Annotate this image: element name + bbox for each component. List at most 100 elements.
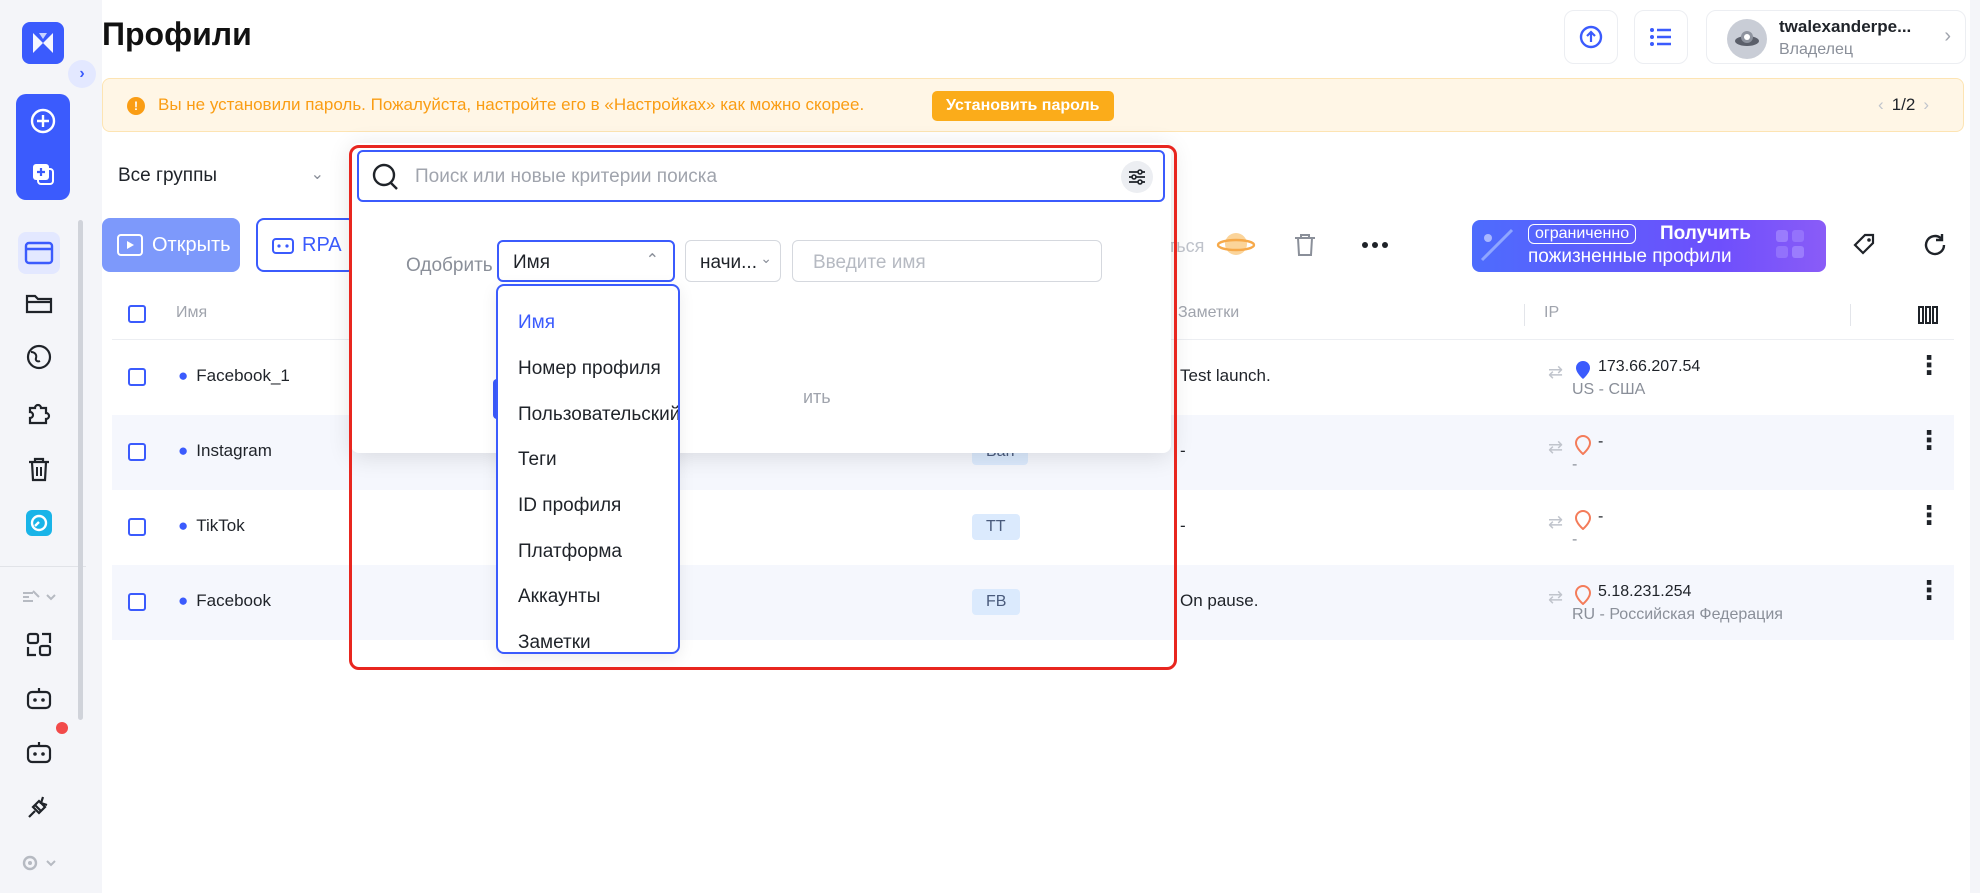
sidebar-item-api[interactable] bbox=[18, 786, 60, 828]
search-input[interactable]: Поиск или новые критерии поиска bbox=[357, 150, 1165, 202]
criteria-operator-select[interactable]: начи... ⌄ bbox=[685, 240, 781, 282]
profile-name[interactable]: ● Facebook bbox=[178, 591, 271, 611]
row-checkbox[interactable] bbox=[128, 368, 146, 386]
profile-name[interactable]: ● Instagram bbox=[178, 441, 272, 461]
warning-icon: ! bbox=[127, 97, 145, 115]
delete-button[interactable] bbox=[1278, 218, 1332, 272]
chevron-left-icon[interactable]: ‹ bbox=[1878, 95, 1884, 114]
dropdown-option-name[interactable]: Имя bbox=[518, 312, 555, 334]
expand-sidebar-button[interactable]: › bbox=[68, 60, 96, 88]
row-checkbox[interactable] bbox=[128, 593, 146, 611]
app-logo[interactable] bbox=[22, 22, 64, 64]
robot-icon bbox=[26, 688, 52, 710]
task-list-button[interactable] bbox=[1634, 10, 1688, 64]
dropdown-option-notes[interactable]: Заметки bbox=[518, 632, 591, 652]
sidebar-item-extensions[interactable] bbox=[18, 392, 60, 434]
col-header-ip[interactable]: IP bbox=[1544, 304, 1559, 322]
chevron-right-icon[interactable]: › bbox=[1923, 95, 1929, 114]
lifetime-profiles-promo[interactable]: ограниченно Получить пожизненные профили bbox=[1472, 220, 1826, 272]
more-actions-button[interactable] bbox=[1348, 218, 1402, 272]
chevron-right-icon: › bbox=[79, 65, 85, 82]
new-profile-button[interactable] bbox=[16, 94, 70, 147]
user-menu[interactable]: twalexanderpe... Владелец › bbox=[1706, 10, 1966, 64]
ip-location: - bbox=[1572, 456, 1578, 473]
profile-name[interactable]: ● TikTok bbox=[178, 516, 245, 536]
profile-name-text: TikTok bbox=[196, 516, 245, 535]
ip-address: - bbox=[1598, 508, 1604, 525]
col-header-notes[interactable]: Заметки bbox=[1178, 304, 1239, 322]
sidebar-scrollbar[interactable] bbox=[78, 220, 83, 720]
sliders-icon bbox=[1129, 169, 1145, 185]
promo-graphic-icon bbox=[1480, 228, 1514, 262]
refresh-icon bbox=[1924, 234, 1946, 256]
filter-settings-button[interactable] bbox=[1121, 161, 1153, 193]
folder-icon bbox=[25, 294, 53, 314]
field-dropdown-menu: Имя Номер профиля Пользовательский № Тег… bbox=[496, 284, 680, 654]
profile-note: On pause. bbox=[1180, 591, 1259, 610]
col-header-name[interactable]: Имя bbox=[176, 304, 207, 322]
sidebar-item-windows[interactable] bbox=[18, 624, 60, 666]
profile-name[interactable]: ● Facebook_1 bbox=[178, 366, 290, 386]
sync-app-icon bbox=[26, 510, 52, 536]
dropdown-option-profile-number[interactable]: Номер профиля bbox=[518, 358, 661, 380]
sidebar-item-rpa-tasks[interactable] bbox=[18, 732, 60, 774]
tags-button[interactable] bbox=[1838, 218, 1892, 272]
sidebar-item-rpa[interactable] bbox=[18, 678, 60, 720]
globe-icon bbox=[26, 344, 52, 370]
browser-window-icon bbox=[24, 241, 54, 265]
group-select[interactable]: Все группы ⌄ bbox=[102, 152, 338, 200]
clear-label[interactable]: ить bbox=[803, 387, 831, 408]
ip-location-icon bbox=[1574, 510, 1592, 530]
sidebar-item-trash[interactable] bbox=[18, 448, 60, 490]
row-more-icon[interactable]: ⋮ bbox=[1916, 352, 1942, 378]
row-more-icon[interactable]: ⋮ bbox=[1916, 577, 1942, 603]
promo-tag: ограниченно bbox=[1528, 224, 1637, 244]
columns-settings-icon[interactable] bbox=[1918, 306, 1938, 324]
row-more-icon[interactable]: ⋮ bbox=[1916, 427, 1942, 453]
sidebar-divider bbox=[0, 566, 86, 567]
sidebar-item-sync[interactable] bbox=[18, 502, 60, 544]
batch-create-button[interactable] bbox=[16, 147, 70, 200]
layout-icon bbox=[26, 632, 52, 657]
automation-chevron-icon bbox=[23, 590, 56, 602]
rpa-button[interactable]: RPA bbox=[256, 218, 356, 272]
sidebar-item-proxies[interactable] bbox=[18, 336, 60, 378]
chevron-right-icon: › bbox=[1944, 25, 1951, 47]
approve-label: Одобрить bbox=[406, 255, 493, 276]
group-select-value: Все группы bbox=[118, 165, 218, 186]
plug-icon bbox=[28, 796, 48, 818]
table-row[interactable]: ● TikTok TT - ⇄ - - ⋮ bbox=[112, 490, 1954, 565]
table-row[interactable]: ● Facebook FB On pause. ⇄ 5.18.231.254 RU… bbox=[112, 565, 1954, 640]
ip-location-icon bbox=[1574, 435, 1592, 455]
apple-icon: ● bbox=[178, 366, 189, 385]
refresh-button[interactable] bbox=[1908, 218, 1962, 272]
dropdown-option-platform[interactable]: Платформа bbox=[518, 541, 622, 563]
row-checkbox[interactable] bbox=[128, 443, 146, 461]
criteria-field-select[interactable]: Имя ⌃ bbox=[497, 240, 675, 282]
set-password-button[interactable]: Установить пароль bbox=[932, 91, 1114, 121]
select-all-checkbox[interactable] bbox=[128, 305, 146, 323]
search-icon bbox=[372, 163, 398, 190]
sidebar-item-profiles[interactable] bbox=[18, 232, 60, 274]
sidebar-item-automation-collapse[interactable] bbox=[14, 576, 64, 618]
dropdown-option-custom-number[interactable]: Пользовательский № bbox=[518, 404, 678, 426]
apple-icon: ● bbox=[178, 516, 189, 535]
open-button[interactable]: Открыть bbox=[102, 218, 240, 272]
dropdown-option-tags[interactable]: Теги bbox=[518, 449, 557, 471]
profile-note: - bbox=[1180, 516, 1186, 535]
row-more-icon[interactable]: ⋮ bbox=[1916, 502, 1942, 528]
sidebar-item-settings[interactable] bbox=[14, 842, 64, 884]
robot-task-icon bbox=[26, 742, 52, 764]
update-button[interactable] bbox=[1564, 10, 1618, 64]
search-panel: Поиск или новые критерии поиска Одобрить… bbox=[351, 143, 1171, 453]
gear-icon bbox=[22, 855, 56, 871]
avatar bbox=[1727, 19, 1767, 59]
sidebar-item-groups[interactable] bbox=[18, 282, 60, 324]
dropdown-option-accounts[interactable]: Аккаунты bbox=[518, 586, 600, 608]
dropdown-option-profile-id[interactable]: ID профиля bbox=[518, 495, 621, 517]
criteria-value-input[interactable]: Введите имя bbox=[792, 240, 1102, 282]
user-role: Владелец bbox=[1779, 41, 1854, 58]
play-window-icon bbox=[117, 234, 143, 256]
row-checkbox[interactable] bbox=[128, 518, 146, 536]
ip-address: 5.18.231.254 bbox=[1598, 583, 1692, 600]
